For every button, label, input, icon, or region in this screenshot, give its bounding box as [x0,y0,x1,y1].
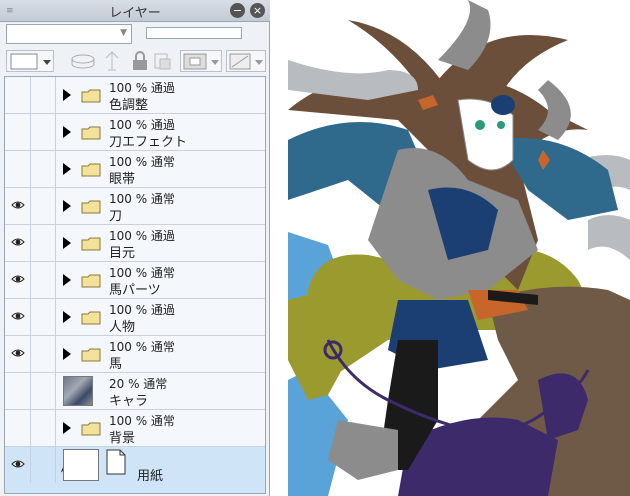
layer-name: 用紙 [137,469,164,484]
lock-toggle[interactable] [30,151,56,187]
mask-button[interactable] [180,50,222,72]
new-layer-button[interactable] [68,50,98,72]
visibility-toggle[interactable] [5,410,31,446]
eye-shape [497,121,505,129]
eye-icon [11,238,25,246]
visibility-toggle[interactable] [5,114,31,150]
layer-row[interactable]: 20 % 通常 キャラ [5,373,265,410]
expand-arrow-icon[interactable] [63,200,71,212]
visibility-toggle[interactable] [5,299,31,335]
panel-titlebar[interactable]: ≡ レイヤー − × [0,0,270,22]
visibility-toggle[interactable] [5,336,31,372]
new-layer-icon [71,54,95,69]
layer-name: 馬パーツ [109,283,161,298]
color-swatch-icon [10,53,51,70]
layer-name: キャラ [109,394,149,409]
eye-icon [11,312,25,320]
folder-icon [81,237,101,254]
mask-icon [183,53,219,70]
expand-arrow-icon[interactable] [63,348,71,360]
blend-row: ▼ [6,24,264,44]
clip-button[interactable] [152,50,174,72]
expand-arrow-icon[interactable] [63,311,71,323]
lock-button[interactable] [128,50,152,72]
visibility-toggle[interactable] [5,188,31,224]
lock-toggle[interactable] [30,299,56,335]
expand-arrow-icon[interactable] [63,163,71,175]
folder-icon [81,422,101,439]
lock-toggle[interactable] [30,114,56,150]
layer-name: 背景 [109,431,136,446]
visibility-toggle[interactable] [5,262,31,298]
layer-thumbnail [63,376,93,406]
folder-icon [81,89,101,106]
folder-icon [81,274,101,291]
eye-icon [11,460,25,468]
lock-toggle[interactable] [30,447,74,483]
layer-panel: ≡ レイヤー − × ▼ 100 % 通過 色調整 100 % 通過 刀エフェク… [0,0,270,496]
layer-name: 馬 [109,357,123,372]
lock-toggle[interactable] [30,262,56,298]
chevron-down-icon: ▼ [120,28,127,38]
page-icon [105,449,127,478]
clip-icon [154,53,171,70]
artwork-canvas[interactable] [288,0,630,496]
folder-icon [81,163,101,180]
lock-toggle[interactable] [30,373,56,409]
opacity-slider[interactable] [146,27,242,39]
folder-icon [81,200,101,217]
layer-row[interactable]: 100 % 通常 背景 [5,410,265,447]
reference-icon [105,51,119,71]
expand-arrow-icon[interactable] [63,126,71,138]
layer-name: 眼帯 [109,172,136,187]
expand-arrow-icon[interactable] [63,89,71,101]
eye-icon [11,349,25,357]
lock-toggle[interactable] [30,77,56,113]
paper-thumbnail [63,449,99,481]
color-swatch-button[interactable] [6,50,54,72]
lock-toggle[interactable] [30,410,56,446]
lock-icon [133,51,147,70]
layer-list[interactable]: 100 % 通過 色調整 100 % 通過 刀エフェクト 100 % 通常 眼帯 100 %… [4,76,266,494]
layer-toolbar [4,48,266,74]
visibility-toggle[interactable] [5,225,31,261]
visibility-toggle[interactable] [5,77,31,113]
eye-shape [475,120,485,130]
expand-arrow-icon[interactable] [63,422,71,434]
layer-row[interactable]: 100 % 通常馬 [5,336,265,373]
layer-name: 刀エフェクト [109,135,188,150]
layer-name: 人物 [109,320,136,335]
blend-mode-select[interactable]: ▼ [6,24,132,44]
folder-icon [81,126,101,143]
ruler-button[interactable] [226,50,266,72]
lock-toggle[interactable] [30,188,56,224]
eye-icon [11,201,25,209]
layer-row[interactable]: 100 % 通常 馬パーツ [5,262,265,299]
folder-icon [81,311,101,328]
lock-toggle[interactable] [30,336,56,372]
layer-name: 目元 [109,246,136,261]
eyepatch-shape [491,95,515,115]
visibility-toggle[interactable] [5,447,31,483]
ruler-icon [229,53,263,70]
expand-arrow-icon[interactable] [63,237,71,249]
layer-name: 色調整 [109,98,149,113]
minimize-icon[interactable]: − [230,3,245,18]
layer-row[interactable]: 100 % 通過 人物 [5,299,265,336]
visibility-toggle[interactable] [5,373,31,409]
folder-icon [81,348,101,365]
layer-row[interactable]: 100 % 通常刀 [5,188,265,225]
visibility-toggle[interactable] [5,151,31,187]
close-icon[interactable]: × [250,3,265,18]
layer-row[interactable]: 100 % 通常 眼帯 [5,151,265,188]
layer-row[interactable]: 100 % 通過 刀エフェクト [5,114,265,151]
eye-icon [11,275,25,283]
layer-row[interactable]: 100 % 通過 目元 [5,225,265,262]
layer-row[interactable]: 用紙 [5,447,265,493]
expand-arrow-icon[interactable] [63,274,71,286]
layer-name: 刀 [109,209,123,224]
layer-row[interactable]: 100 % 通過 色調整 [5,77,265,114]
reference-button[interactable] [100,50,124,72]
lock-toggle[interactable] [30,225,56,261]
